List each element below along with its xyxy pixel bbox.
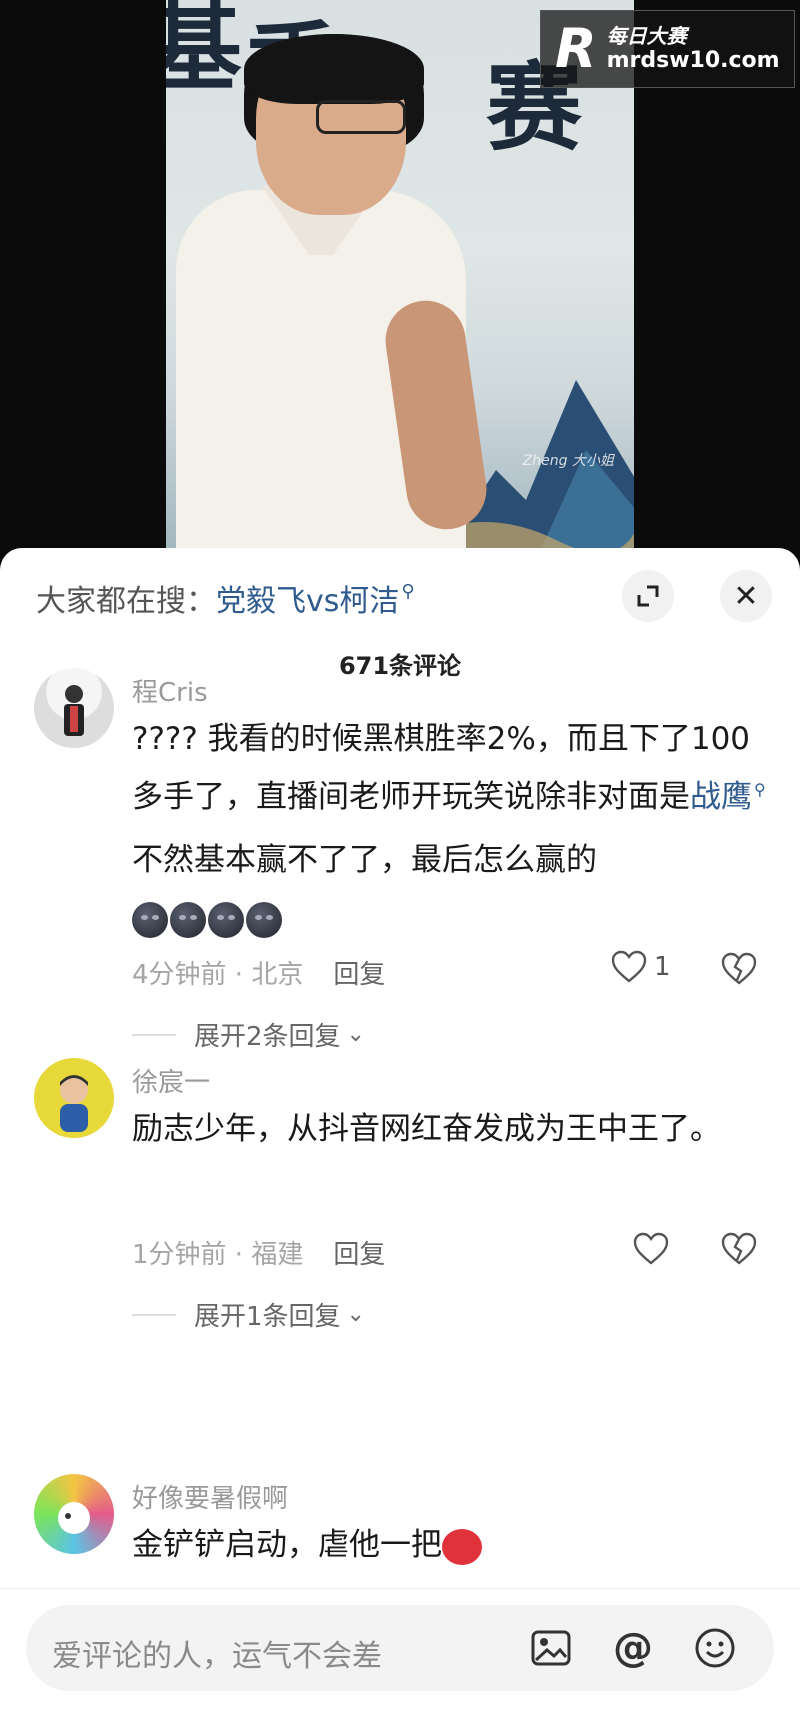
expand-button[interactable]	[622, 570, 674, 622]
comment-input-placeholder: 爱评论的人，运气不会差	[52, 1639, 382, 1674]
expand-replies-label: 展开1条回复	[194, 1302, 341, 1332]
trending-search-link[interactable]: 党毅飞vs柯洁	[216, 584, 399, 619]
emoji-icon	[695, 1628, 735, 1668]
emoji-button[interactable]	[692, 1625, 738, 1671]
like-button[interactable]	[632, 1232, 670, 1266]
emoji-icon	[132, 901, 168, 938]
comment-search-link[interactable]: 战鹰	[690, 779, 752, 815]
video-watermark: Zheng 大小姐	[522, 453, 614, 469]
avatar[interactable]	[34, 1058, 114, 1138]
avatar-image	[58, 1502, 90, 1534]
trending-search-prefix: 大家都在搜：	[36, 584, 216, 619]
avatar-image	[64, 685, 84, 736]
comment-text-part: 不然基本赢不了了，最后怎么赢的	[132, 842, 597, 878]
chevron-down-icon: ⌄	[346, 1302, 365, 1327]
image-button[interactable]	[528, 1625, 574, 1671]
comment-time-location: 1分钟前 · 福建	[132, 1240, 304, 1270]
expand-replies-button[interactable]: 展开1条回复 ⌄	[132, 1296, 365, 1333]
avatar[interactable]	[34, 668, 114, 748]
chevron-down-icon: ⌄	[346, 1022, 365, 1047]
logo-mark: R	[555, 17, 597, 80]
image-icon	[531, 1630, 571, 1666]
like-button[interactable]: 1	[610, 950, 671, 984]
dislike-button[interactable]	[720, 952, 758, 990]
site-logo: R 每日大赛 mrdsw10.com	[540, 10, 795, 88]
search-icon: ⚲	[754, 780, 766, 799]
search-icon: ⚲	[401, 581, 415, 602]
expand-icon	[637, 585, 659, 607]
at-icon: @	[613, 1625, 653, 1671]
expand-replies-label: 展开2条回复	[194, 1022, 341, 1052]
heart-icon	[611, 950, 647, 983]
dislike-button[interactable]	[720, 1232, 758, 1270]
heart-icon	[633, 1232, 669, 1265]
comment-input-bar: 爱评论的人，运气不会差 @	[0, 1588, 800, 1712]
comment-count: 671条评论	[338, 652, 462, 680]
video-player[interactable]: 基 季 赛 Zheng 大小姐 R 每日大赛 mrdsw10.com	[0, 0, 800, 560]
comment-input[interactable]: 爱评论的人，运气不会差 @	[26, 1605, 774, 1691]
comment-text-part: ???? 我看的时候黑棋胜率2%，而且下了100多手了，直播间老师开玩笑说除非对…	[132, 721, 751, 815]
close-button[interactable]: ✕	[720, 570, 772, 622]
emoji-icon	[170, 901, 206, 938]
angry-emoji-icon	[442, 1528, 482, 1565]
comment-text: ???? 我看的时候黑棋胜率2%，而且下了100多手了，直播间老师开玩笑说除非对…	[132, 710, 772, 947]
emoji-icon	[246, 901, 282, 938]
divider	[132, 1033, 176, 1036]
logo-name-cn: 每日大赛	[606, 23, 687, 48]
comment-text-part: 金铲铲启动，虐他一把	[132, 1527, 442, 1563]
avatar-image	[60, 1075, 88, 1132]
comment-meta: 4分钟前 · 北京 回复	[132, 954, 385, 991]
comment-text: 励志少年，从抖音网红奋发成为王中王了。	[132, 1111, 721, 1147]
emoji-icon	[208, 901, 244, 938]
expand-replies-button[interactable]: 展开2条回复 ⌄	[132, 1016, 365, 1053]
comment-username[interactable]: 好像要暑假啊	[132, 1478, 288, 1515]
comment-username[interactable]: 程Cris	[132, 672, 208, 709]
close-icon: ✕	[733, 578, 759, 614]
divider	[132, 1313, 176, 1316]
trending-search[interactable]: 大家都在搜：党毅飞vs柯洁 ⚲	[36, 576, 415, 620]
reply-button[interactable]: 回复	[333, 1240, 385, 1270]
logo-url: mrdsw10.com	[606, 47, 780, 73]
comment-time-location: 4分钟前 · 北京	[132, 960, 304, 990]
broken-heart-icon	[721, 1232, 757, 1265]
reply-button[interactable]: 回复	[333, 960, 385, 990]
comment-username[interactable]: 徐宸一	[132, 1062, 210, 1099]
like-count: 1	[654, 952, 671, 982]
comment-meta: 1分钟前 · 福建 回复	[132, 1234, 385, 1271]
avatar[interactable]	[34, 1474, 114, 1554]
broken-heart-icon	[721, 952, 757, 985]
comment-text: 金铲铲启动，虐他一把	[132, 1516, 772, 1574]
comment-sheet: 大家都在搜：党毅飞vs柯洁 ⚲ ✕ 671条评论 程Cris ???? 我看的时候…	[0, 548, 800, 1712]
banner-text-char: 基	[166, 0, 242, 104]
mention-button[interactable]: @	[610, 1625, 656, 1671]
glasses	[316, 100, 406, 134]
person-hair-fringe	[244, 34, 424, 104]
